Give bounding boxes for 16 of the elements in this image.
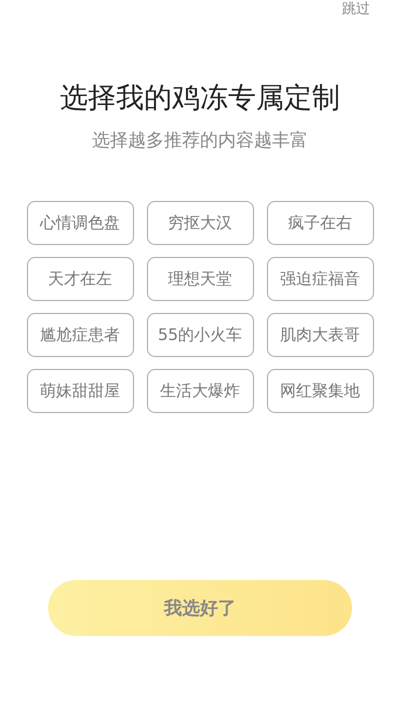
- interest-tag[interactable]: 萌妹甜甜屋: [26, 369, 134, 413]
- skip-link[interactable]: 跳过: [342, 2, 370, 40]
- interest-tag[interactable]: 肌肉大表哥: [266, 313, 374, 357]
- confirm-button[interactable]: 我选好了: [48, 580, 352, 636]
- interest-tag[interactable]: 穷抠大汉: [146, 201, 254, 245]
- interest-tag[interactable]: 疯子在右: [266, 201, 374, 245]
- interest-tag[interactable]: 强迫症福音: [266, 257, 374, 301]
- interest-tag[interactable]: 尴尬症患者: [26, 313, 134, 357]
- page-subtitle: 选择越多推荐的内容越丰富: [92, 132, 308, 150]
- page-title: 选择我的鸡冻专属定制: [60, 84, 340, 112]
- interest-tag[interactable]: 生活大爆炸: [146, 369, 254, 413]
- interest-tag[interactable]: 网红聚集地: [266, 369, 374, 413]
- interest-tag[interactable]: 心情调色盘: [26, 201, 134, 245]
- interest-tag[interactable]: 理想天堂: [146, 257, 254, 301]
- interest-tag[interactable]: 天才在左: [26, 257, 134, 301]
- interest-tag[interactable]: 55的小火车: [146, 313, 254, 357]
